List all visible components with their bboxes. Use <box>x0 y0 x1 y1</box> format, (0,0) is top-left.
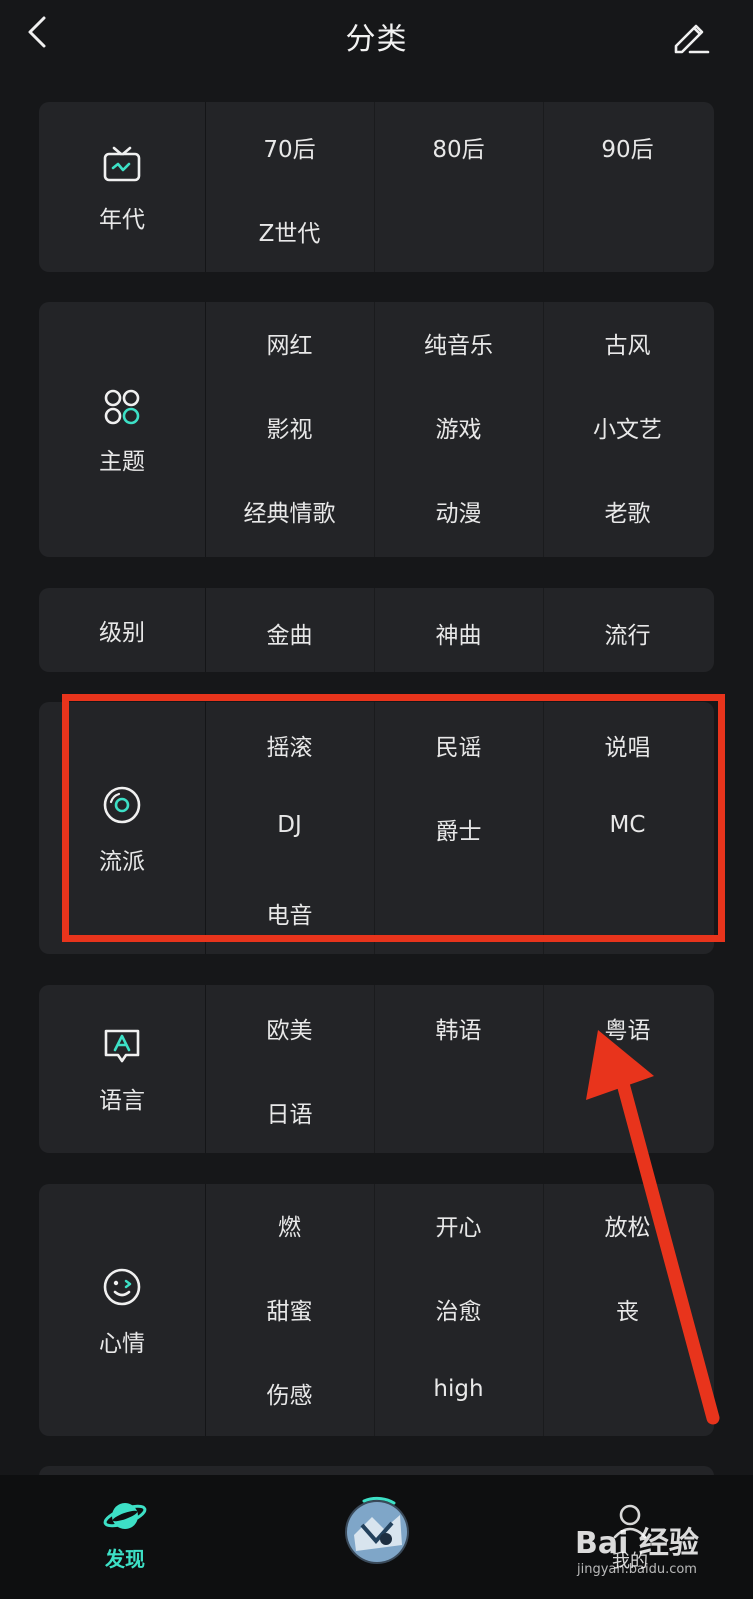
category-card-era: 年代 70后 80后 90后 Z世代 <box>39 102 714 272</box>
tab-label: 我的 <box>612 1551 648 1572</box>
album-cover-icon <box>345 1496 409 1564</box>
language-bubble-icon <box>104 1029 140 1063</box>
category-item[interactable]: 欧美 <box>205 1011 374 1045</box>
category-item[interactable]: 韩语 <box>374 1011 543 1045</box>
category-label: 主题 <box>99 449 145 475</box>
pencil-icon <box>674 24 710 54</box>
top-nav-bar: 分类 <box>0 0 753 80</box>
category-label: 年代 <box>99 207 145 233</box>
grid-divider <box>374 102 375 272</box>
category-item[interactable]: 甜蜜 <box>205 1292 374 1326</box>
category-item[interactable]: 粤语 <box>543 1011 712 1045</box>
category-item[interactable]: high <box>374 1376 543 1402</box>
category-header-language[interactable]: 语言 <box>39 985 206 1153</box>
category-item[interactable]: 放松 <box>543 1208 712 1242</box>
category-item[interactable]: 游戏 <box>374 410 543 444</box>
category-item[interactable]: 摇滚 <box>205 728 374 762</box>
tab-mine[interactable]: 我的 <box>590 1503 670 1573</box>
user-icon <box>613 1504 647 1539</box>
category-item[interactable]: 电音 <box>205 896 374 930</box>
category-item[interactable]: Z世代 <box>205 214 374 248</box>
tab-discover[interactable]: 发现 <box>80 1497 170 1572</box>
smile-icon <box>103 1268 141 1306</box>
category-item[interactable]: 燃 <box>205 1208 374 1242</box>
category-item[interactable]: 小文艺 <box>543 410 712 444</box>
theme-grid-icon <box>104 389 140 425</box>
category-item[interactable]: 日语 <box>205 1095 374 1129</box>
category-item[interactable]: 纯音乐 <box>374 326 543 360</box>
category-item[interactable]: 老歌 <box>543 494 712 528</box>
category-item[interactable]: 流行 <box>543 616 712 650</box>
category-label: 流派 <box>99 849 145 875</box>
category-header-level[interactable]: 级别 <box>39 588 206 672</box>
category-item[interactable]: MC <box>543 812 712 838</box>
category-card-language: 语言 欧美 韩语 粤语 日语 <box>39 985 714 1153</box>
category-item[interactable]: 伤感 <box>205 1376 374 1410</box>
category-item[interactable]: 经典情歌 <box>205 494 374 528</box>
category-item[interactable]: 说唱 <box>543 728 712 762</box>
category-header-theme[interactable]: 主题 <box>39 302 206 557</box>
category-item[interactable]: 网红 <box>205 326 374 360</box>
page-title: 分类 <box>345 22 408 57</box>
category-item[interactable]: 金曲 <box>205 616 374 650</box>
edit-button[interactable] <box>668 14 712 58</box>
category-card-mood: 心情 燃 开心 放松 甜蜜 治愈 丧 伤感 high <box>39 1184 714 1436</box>
planet-icon <box>103 1503 147 1529</box>
category-item[interactable]: 古风 <box>543 326 712 360</box>
category-card-theme: 主题 网红 纯音乐 古风 影视 游戏 小文艺 经典情歌 动漫 老歌 <box>39 302 714 557</box>
vinyl-icon <box>103 786 141 824</box>
category-item[interactable]: 开心 <box>374 1208 543 1242</box>
tv-icon <box>103 146 141 182</box>
category-header-era[interactable]: 年代 <box>39 102 206 272</box>
category-item[interactable]: 80后 <box>374 130 543 164</box>
category-item[interactable]: 动漫 <box>374 494 543 528</box>
app-screen: 分类 年代 70后 80后 90后 Z世代 主题 网红 纯音乐 古风 影视 游戏… <box>0 0 753 1599</box>
category-item[interactable]: 影视 <box>205 410 374 444</box>
tab-label: 发现 <box>105 1547 145 1571</box>
category-item[interactable]: 丧 <box>543 1292 712 1326</box>
category-item[interactable]: 爵士 <box>374 812 543 846</box>
category-item[interactable]: DJ <box>205 812 374 838</box>
category-card-genre: 流派 摇滚 民谣 说唱 DJ 爵士 MC 电音 <box>39 702 714 954</box>
category-label: 级别 <box>99 620 145 646</box>
category-label: 语言 <box>99 1088 145 1114</box>
category-card-level: 级别 金曲 神曲 流行 <box>39 588 714 672</box>
category-header-mood[interactable]: 心情 <box>39 1184 206 1436</box>
grid-divider <box>543 102 544 272</box>
bottom-tab-bar: 发现 我的 <box>0 1475 753 1599</box>
category-item[interactable]: 神曲 <box>374 616 543 650</box>
category-label: 心情 <box>99 1331 145 1357</box>
category-item[interactable]: 民谣 <box>374 728 543 762</box>
category-item[interactable]: 90后 <box>543 130 712 164</box>
category-item[interactable]: 治愈 <box>374 1292 543 1326</box>
category-header-genre[interactable]: 流派 <box>39 702 206 954</box>
now-playing-disc[interactable] <box>342 1495 412 1565</box>
category-item[interactable]: 70后 <box>205 130 374 164</box>
